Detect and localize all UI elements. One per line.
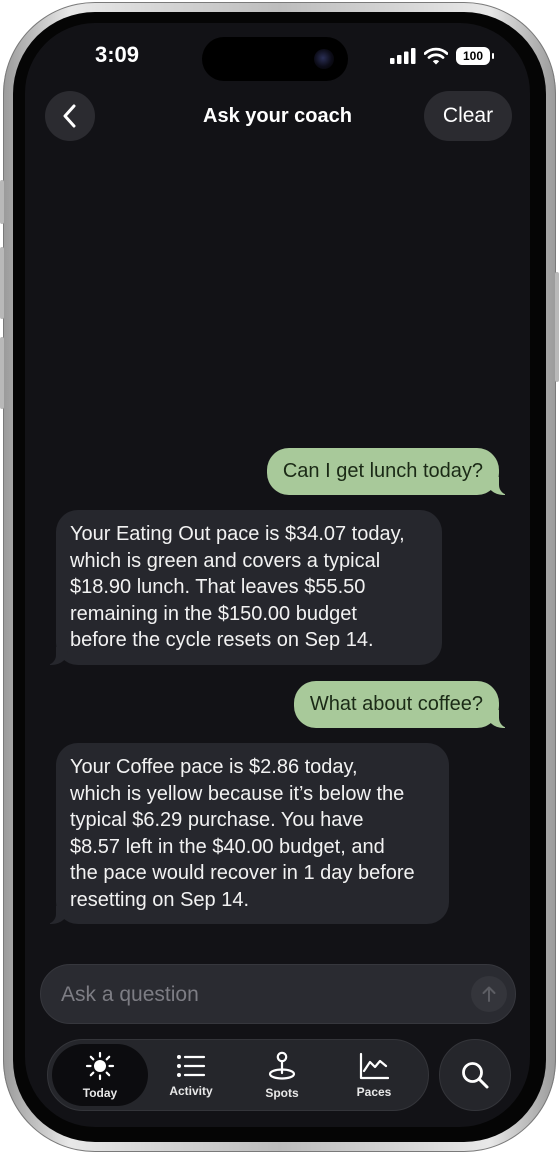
message-text: Can I get lunch today?: [282, 460, 483, 482]
tab-label: Spots: [265, 1085, 299, 1100]
message-text: What about coffee?: [309, 693, 483, 715]
user-message-bubble: Can I get lunch today?: [266, 448, 514, 495]
message-line: which is green and covers a typical: [70, 549, 381, 572]
wifi-icon: [424, 47, 448, 65]
question-input[interactable]: [59, 965, 443, 1025]
coach-message-bubble: Your Coffee pace is $2.86 today, which i…: [42, 743, 449, 924]
message-line: Your Coffee pace is $2.86 today,: [70, 756, 358, 778]
list-icon: [177, 1054, 206, 1077]
tab-today[interactable]: Today: [52, 1044, 148, 1106]
search-icon: [462, 1062, 489, 1089]
power-button: [555, 272, 559, 382]
message-line: Your Eating Out pace is $34.07 today,: [70, 523, 405, 545]
action-button: [0, 180, 4, 224]
volume-up-button: [0, 247, 4, 319]
cellular-signal-icon: [390, 48, 416, 64]
clear-button[interactable]: Clear: [424, 91, 512, 141]
user-message-bubble: What about coffee?: [293, 681, 514, 728]
camera-icon: [314, 49, 334, 69]
tab-paces[interactable]: Paces: [326, 1044, 422, 1106]
chart-line-icon: [359, 1052, 389, 1079]
status-icons: 100: [390, 45, 494, 67]
message-line: the pace would recover in 1 day before: [70, 862, 415, 884]
tab-label: Paces: [356, 1084, 392, 1099]
send-button[interactable]: [471, 976, 507, 1012]
dynamic-island: [202, 37, 348, 81]
tab-label: Activity: [169, 1083, 213, 1098]
message-line: resetting on Sep 14.: [70, 888, 250, 911]
arrow-up-icon: [482, 986, 496, 1002]
message-line: remaining in the $150.00 budget: [70, 602, 357, 625]
tab-activity[interactable]: Activity: [143, 1044, 239, 1106]
status-time: 3:09: [95, 42, 140, 67]
volume-down-button: [0, 337, 4, 409]
message-line: $18.90 lunch. That leaves $55.50: [70, 576, 366, 598]
tab-spots[interactable]: Spots: [234, 1044, 330, 1106]
message-line: typical $6.29 purchase. You have: [70, 809, 364, 831]
message-line: $8.57 left in the $40.00 budget, and: [70, 835, 385, 858]
tab-bar: Today Activity Spots Paces: [47, 1039, 429, 1111]
map-pin-icon: [268, 1051, 296, 1080]
coach-message-bubble: Your Eating Out pace is $34.07 today, wh…: [42, 510, 442, 665]
composer: [40, 964, 516, 1025]
search-button[interactable]: [439, 1039, 511, 1111]
message-line: before the cycle resets on Sep 14.: [70, 629, 374, 651]
sun-icon: [85, 1051, 115, 1080]
tab-label: Today: [82, 1085, 118, 1100]
message-line: which is yellow because it’s below the: [70, 782, 405, 805]
screen: 3:09 100 Ask your coach Clear Can I get …: [25, 23, 530, 1127]
battery-indicator: 100: [456, 47, 494, 65]
